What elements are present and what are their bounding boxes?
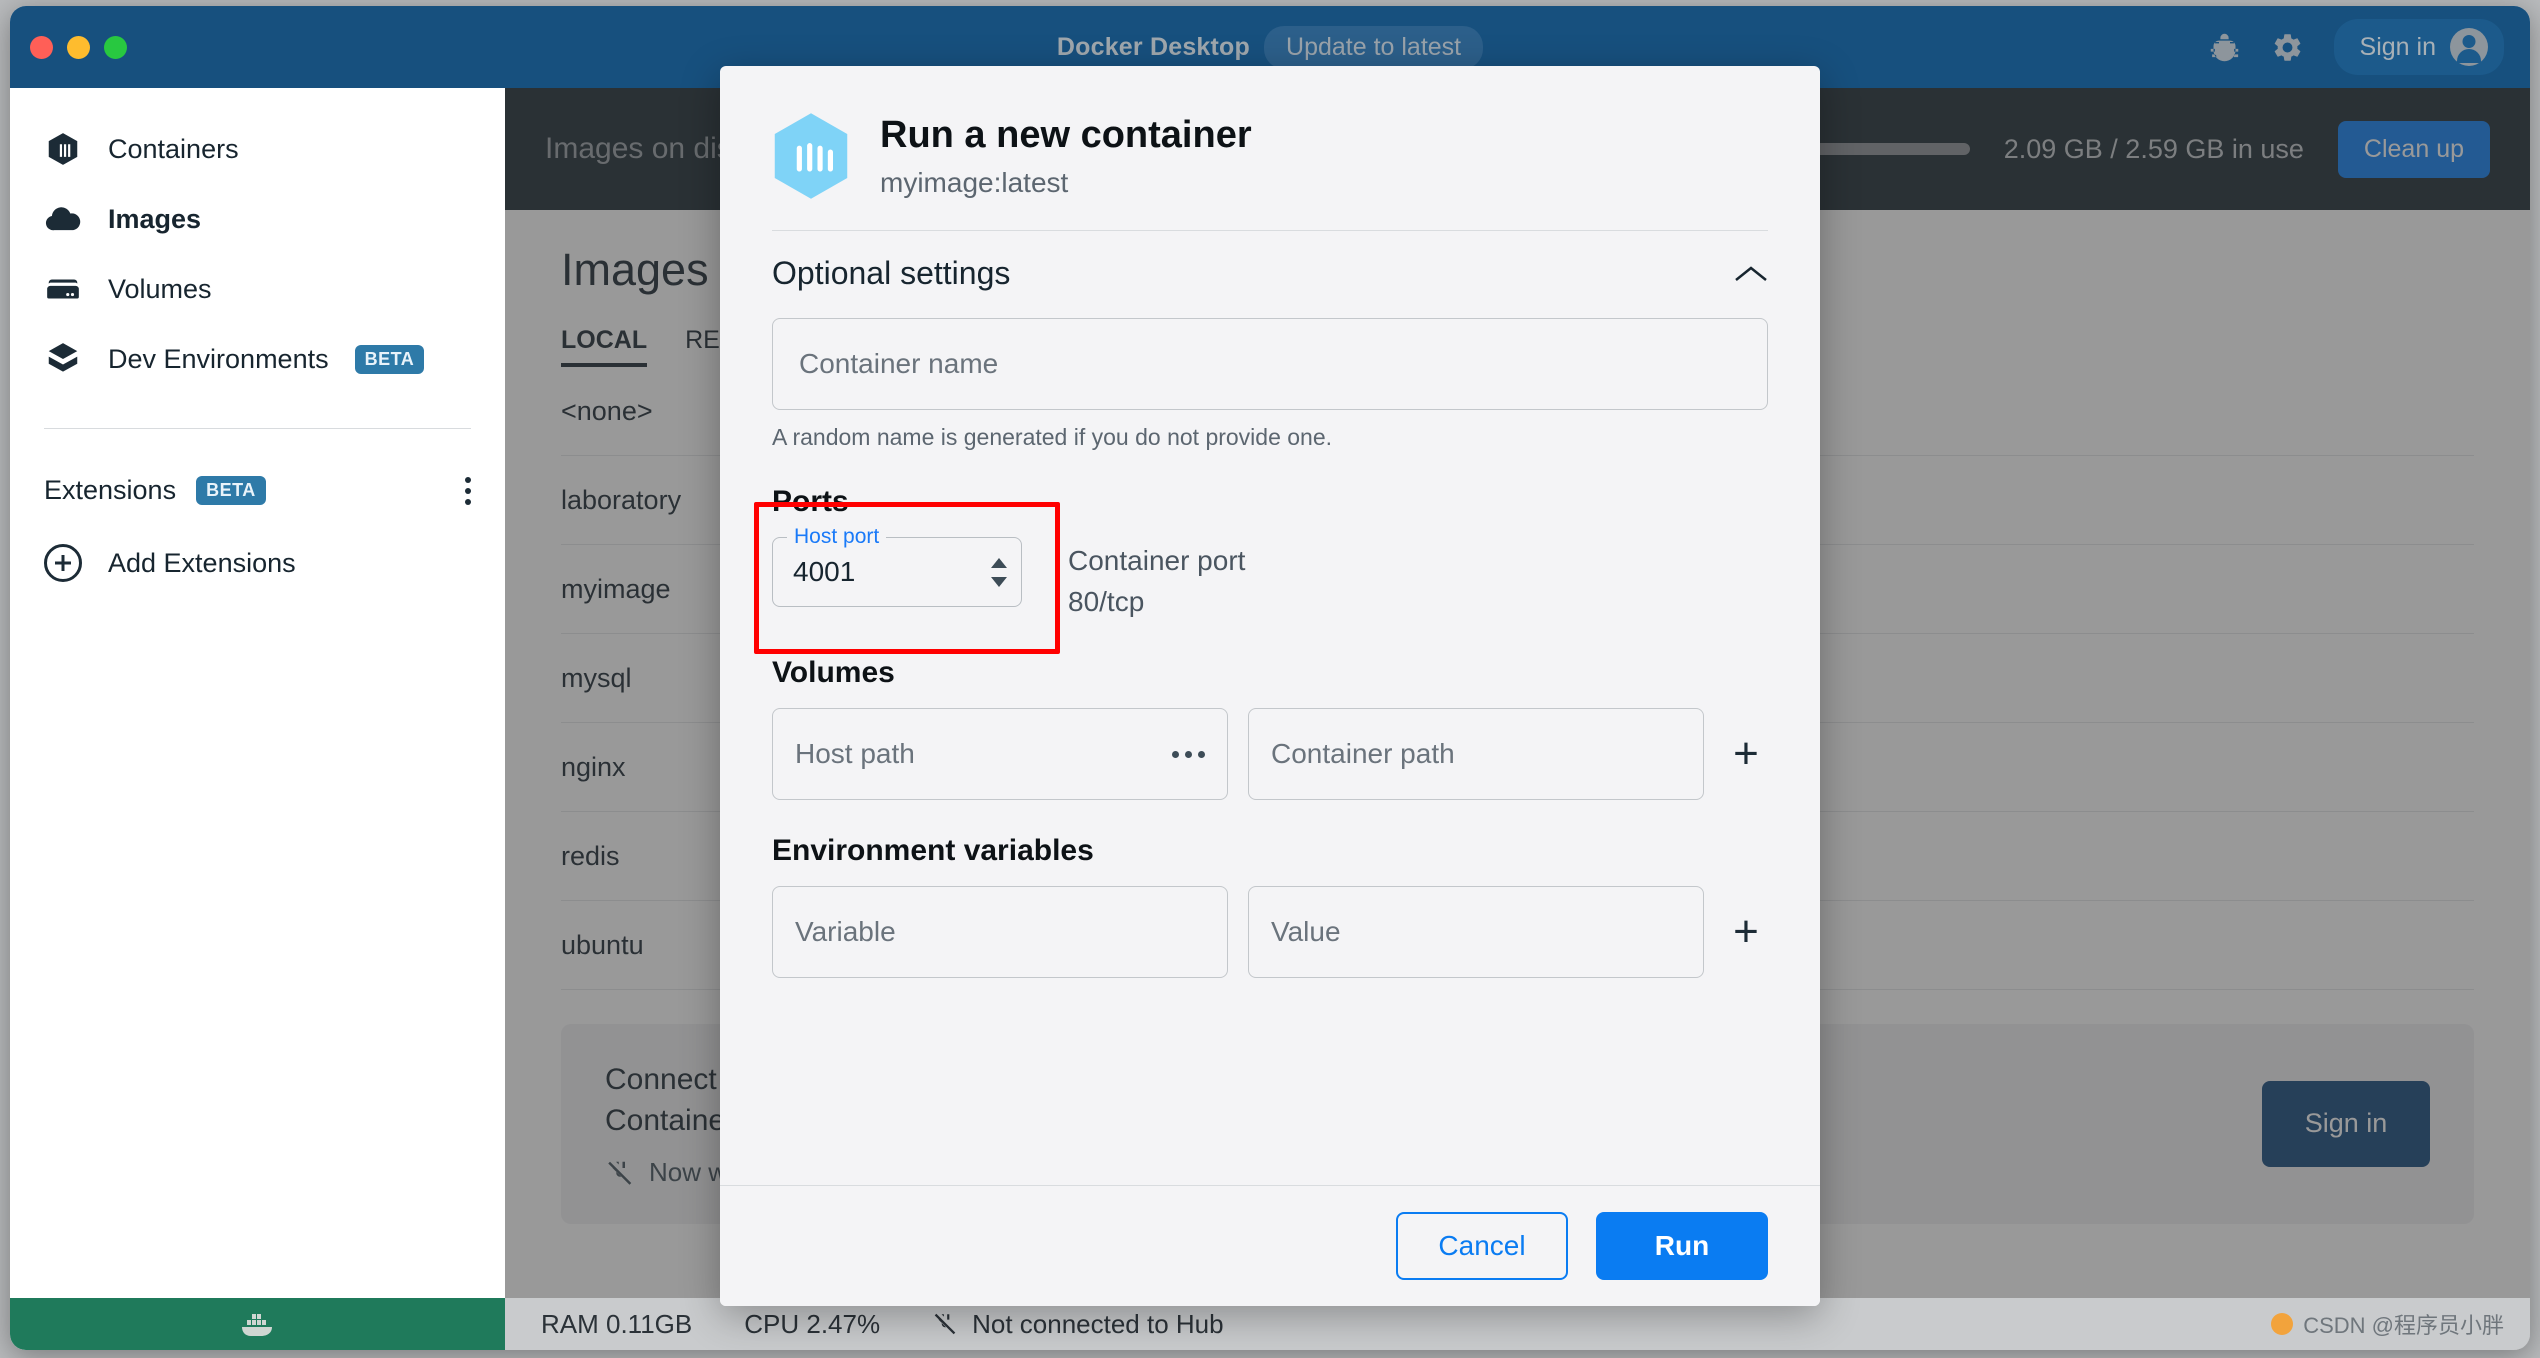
sidebar-item-label: Volumes — [108, 273, 212, 304]
optional-settings-label: Optional settings — [772, 255, 1011, 291]
sidebar-item-label: Images — [108, 203, 202, 234]
dev-environments-icon — [48, 343, 78, 372]
dialog-footer: Cancel Run — [720, 1185, 1820, 1306]
watermark-text: CSDN @程序员小胖 — [2303, 1313, 2504, 1338]
gear-icon[interactable] — [2271, 31, 2304, 64]
sidebar-item-dev-environments[interactable]: Dev Environments BETA — [10, 324, 505, 394]
sidebar-item-images[interactable]: Images — [10, 184, 505, 254]
watermark: CSDN @程序员小胖 — [2271, 1308, 2530, 1340]
env-row: Variable Value + — [772, 886, 1768, 979]
dialog-header: Run a new container myimage:latest — [720, 66, 1820, 230]
sidebar-item-label: Containers — [108, 133, 239, 164]
status-bar-items: RAM 0.11GB CPU 2.47% Not connected to Hu… — [505, 1309, 1224, 1340]
cpu-usage: CPU 2.47% — [744, 1308, 881, 1339]
container-port-label: Container port — [1068, 545, 1246, 576]
add-volume-button[interactable]: + — [1724, 732, 1768, 776]
env-variable-placeholder: Variable — [795, 916, 896, 948]
ellipsis-icon[interactable] — [1172, 750, 1205, 758]
cancel-button[interactable]: Cancel — [1396, 1212, 1568, 1280]
container-path-placeholder: Container path — [1271, 738, 1455, 770]
images-cloud-icon — [45, 207, 81, 231]
add-extensions-label: Add Extensions — [108, 547, 296, 578]
env-value-placeholder: Value — [1271, 916, 1341, 948]
ports-section: Ports Host port 4001 Container port 80/t… — [772, 485, 1768, 622]
bug-icon[interactable] — [2208, 31, 2241, 64]
run-new-container-dialog: Run a new container myimage:latest Optio… — [720, 66, 1820, 1306]
sidebar-item-add-extensions[interactable]: Add Extensions — [10, 528, 505, 598]
optional-settings-toggle[interactable]: Optional settings — [772, 230, 1768, 318]
plus-circle-icon — [44, 544, 82, 582]
app-title: Docker Desktop — [1056, 32, 1251, 61]
title-right-group: Sign in — [2208, 19, 2504, 75]
csdn-badge-icon — [2271, 1313, 2294, 1335]
container-port-block: Container port 80/tcp — [1068, 537, 1245, 622]
update-to-latest-button[interactable]: Update to latest — [1264, 25, 1484, 69]
volumes-section-title: Volumes — [772, 656, 895, 690]
run-button[interactable]: Run — [1596, 1212, 1768, 1280]
stepper-arrows-icon[interactable] — [989, 557, 1009, 588]
sidebar: Containers Images Volumes Dev Environmen… — [10, 88, 505, 1350]
extensions-label: Extensions — [44, 475, 177, 505]
dialog-title: Run a new container — [880, 113, 1252, 156]
extensions-beta-badge: BETA — [196, 476, 266, 505]
disconnected-plug-icon — [934, 1313, 956, 1335]
stepper-down-icon[interactable] — [989, 576, 1009, 588]
ports-section-title: Ports — [772, 485, 849, 518]
container-name-input[interactable]: Container name — [772, 318, 1768, 410]
env-variable-input[interactable]: Variable — [772, 886, 1228, 979]
host-path-placeholder: Host path — [795, 738, 915, 770]
env-section: Environment variables Variable Value + — [772, 834, 1768, 979]
dialog-body: Optional settings Container name A rando… — [720, 230, 1820, 1185]
hub-status-text: Not connected to Hub — [972, 1308, 1224, 1339]
docker-engine-status[interactable] — [10, 1298, 505, 1350]
title-center-group: Docker Desktop Update to latest — [10, 25, 2530, 69]
ram-usage: RAM 0.11GB — [541, 1308, 693, 1339]
volumes-row: Host path Container path + — [772, 708, 1768, 801]
dialog-subtitle: myimage:latest — [880, 166, 1069, 198]
volumes-icon — [47, 279, 79, 299]
container-port-value: 80/tcp — [1068, 585, 1145, 617]
sidebar-item-volumes[interactable]: Volumes — [10, 254, 505, 324]
host-port-label: Host port — [787, 525, 887, 549]
sidebar-item-label: Dev Environments — [108, 343, 329, 374]
ports-row: Host port 4001 Container port 80/tcp — [772, 525, 1768, 622]
stepper-up-icon[interactable] — [989, 557, 1009, 569]
host-port-value: 4001 — [793, 556, 856, 587]
sidebar-item-containers[interactable]: Containers — [10, 114, 505, 184]
sign-in-label: Sign in — [2359, 32, 2436, 61]
host-port-input[interactable]: Host port 4001 — [772, 525, 1022, 607]
host-path-input[interactable]: Host path — [772, 708, 1228, 801]
docker-cube-icon — [774, 113, 848, 199]
add-env-button[interactable]: + — [1724, 910, 1768, 954]
env-section-title: Environment variables — [772, 834, 1094, 868]
hub-connection-status: Not connected to Hub — [932, 1309, 1224, 1340]
env-value-input[interactable]: Value — [1248, 886, 1704, 979]
extensions-overflow-menu-icon[interactable] — [465, 476, 471, 505]
container-name-helper-text: A random name is generated if you do not… — [772, 424, 1333, 450]
container-name-placeholder: Container name — [799, 348, 999, 379]
avatar-icon — [2450, 28, 2488, 66]
docker-whale-icon — [241, 1314, 272, 1336]
sign-in-button[interactable]: Sign in — [2333, 19, 2504, 75]
sidebar-extensions-header[interactable]: Extensions BETA — [10, 429, 505, 506]
beta-badge: BETA — [354, 344, 425, 374]
chevron-up-icon[interactable] — [1734, 264, 1768, 284]
volumes-section: Volumes Host path Container path + — [772, 656, 1768, 801]
container-path-input[interactable]: Container path — [1248, 708, 1704, 801]
containers-icon — [48, 133, 78, 165]
docker-desktop-window: Docker Desktop Update to latest Sign in — [10, 6, 2530, 1350]
